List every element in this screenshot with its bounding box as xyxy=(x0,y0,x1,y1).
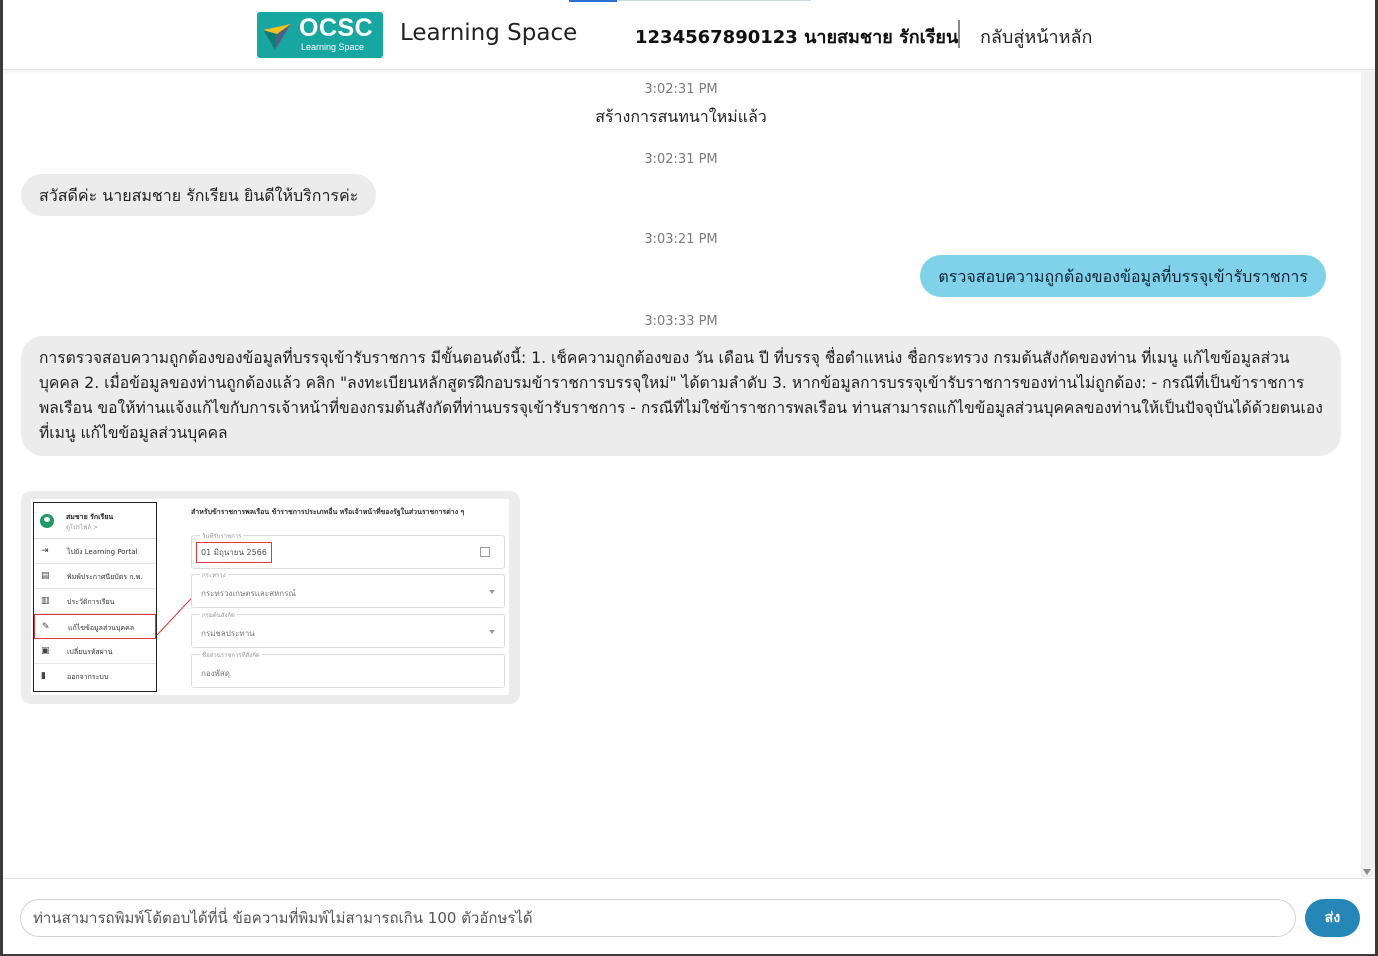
sidebar-item-history: ▥ ประวัติการเรียน xyxy=(34,589,156,614)
lock-icon: ▣ xyxy=(41,646,50,656)
header-divider xyxy=(958,20,960,48)
logout-icon: ▮ xyxy=(41,671,46,681)
chevron-down-icon xyxy=(489,630,495,634)
header: OCSC Learning Space Learning Space 12345… xyxy=(3,0,1375,70)
field-label: วันที่รับราชการ xyxy=(200,531,244,541)
pencil-icon: ✎ xyxy=(42,622,50,632)
instruction-screenshot[interactable]: สมชาย รักเรียน ดูโปรไฟล์ > ⇥ ไปยัง Learn… xyxy=(31,499,509,695)
message-timestamp: 3:02:31 PM xyxy=(644,152,718,167)
send-button[interactable]: ส่ง xyxy=(1305,899,1360,937)
profile-sidebar: สมชาย รักเรียน ดูโปรไฟล์ > ⇥ ไปยัง Learn… xyxy=(33,502,157,692)
sidebar-item-edit-profile: ✎ แก้ไขข้อมูลส่วนบุคคล xyxy=(34,614,156,639)
user-info: 1234567890123 นายสมชาย รักเรียน xyxy=(635,27,959,48)
field-division: ชื่อส่วนราชการที่สังกัด กองพัสดุ xyxy=(191,650,505,688)
printer-icon: ▤ xyxy=(41,571,50,581)
user-message-bubble: ตรวจสอบความถูกต้องของข้อมูลที่บรรจุเข้าร… xyxy=(920,255,1326,297)
image-message-bubble[interactable]: สมชาย รักเรียน ดูโปรไฟล์ > ⇥ ไปยัง Learn… xyxy=(21,491,520,704)
field-label: กระทรวง xyxy=(200,570,228,580)
calendar-icon xyxy=(480,547,490,557)
message-timestamp: 3:02:31 PM xyxy=(644,82,718,97)
avatar xyxy=(40,514,54,528)
field-value: 01 มิถุนายน 2566 xyxy=(196,542,272,563)
top-accent-line xyxy=(617,0,811,1)
sidebar-item-label: ไปยัง Learning Portal xyxy=(67,548,138,556)
logo-subtext: Learning Space xyxy=(301,42,365,52)
chevron-down-icon xyxy=(489,590,495,594)
field-start-date: วันที่รับราชการ 01 มิถุนายน 2566 xyxy=(191,531,505,569)
sidebar-item-label: เปลี่ยนรหัสผ่าน xyxy=(67,648,113,656)
chat-history[interactable]: 3:02:31 PM สร้างการสนทนาใหม่แล้ว 3:02:31… xyxy=(3,71,1359,877)
sidebar-item-label: พิมพ์ประกาศนียบัตร ก.พ. xyxy=(67,573,143,581)
app-window: OCSC Learning Space Learning Space 12345… xyxy=(3,0,1375,954)
logo-text: OCSC xyxy=(299,14,374,42)
field-ministry: กระทรวง กระทรวงเกษตรและสหกรณ์ xyxy=(191,570,505,608)
sidebar-item-label: ประวัติการเรียน xyxy=(67,598,115,606)
top-accent-bar xyxy=(569,0,617,2)
profile-link: ดูโปรไฟล์ > xyxy=(66,524,99,531)
book-icon: ▥ xyxy=(41,596,50,606)
field-label: กรมต้นสังกัด xyxy=(200,610,237,620)
sidebar-user: สมชาย รักเรียน ดูโปรไฟล์ > xyxy=(34,503,156,539)
form-title: สำหรับข้าราชการพลเรือน ข้าราชการประเภทอื… xyxy=(191,508,465,516)
sidebar-item-label: แก้ไขข้อมูลส่วนบุคคล xyxy=(68,624,135,632)
field-label: ชื่อส่วนราชการที่สังกัด xyxy=(200,650,262,660)
app-title: Learning Space xyxy=(400,20,578,46)
sidebar-item-learning-portal: ⇥ ไปยัง Learning Portal xyxy=(34,539,156,564)
field-value: กรมชลประทาน xyxy=(201,629,255,638)
sidebar-item-change-password: ▣ เปลี่ยนรหัสผ่าน xyxy=(34,639,156,664)
sidebar-item-print-certificate: ▤ พิมพ์ประกาศนียบัตร ก.พ. xyxy=(34,564,156,589)
sidebar-item-label: ออกจากระบบ xyxy=(67,673,109,681)
login-icon: ⇥ xyxy=(41,546,49,556)
back-to-home-link[interactable]: กลับสู่หน้าหลัก xyxy=(980,22,1092,51)
bot-message-bubble: สวัสดีค่ะ นายสมชาย รักเรียน ยินดีให้บริก… xyxy=(21,174,377,216)
field-value: กระทรวงเกษตรและสหกรณ์ xyxy=(201,589,296,598)
field-department: กรมต้นสังกัด กรมชลประทาน xyxy=(191,610,505,648)
scroll-down-arrow-icon[interactable] xyxy=(1363,869,1371,875)
message-timestamp: 3:03:33 PM xyxy=(644,314,718,329)
message-composer: ส่ง xyxy=(3,878,1375,954)
logo-mark-icon xyxy=(263,24,291,50)
system-message: สร้างการสนทนาใหม่แล้ว xyxy=(595,107,767,126)
message-input[interactable] xyxy=(20,899,1296,937)
ocsc-logo[interactable]: OCSC Learning Space xyxy=(257,12,383,58)
chat-scrollbar[interactable] xyxy=(1361,71,1375,877)
field-value: กองพัสดุ xyxy=(201,669,230,678)
message-timestamp: 3:03:21 PM xyxy=(644,232,718,247)
sidebar-item-logout: ▮ ออกจากระบบ xyxy=(34,664,156,689)
bot-message-bubble: การตรวจสอบความถูกต้องของข้อมูลที่บรรจุเข… xyxy=(21,336,1341,456)
